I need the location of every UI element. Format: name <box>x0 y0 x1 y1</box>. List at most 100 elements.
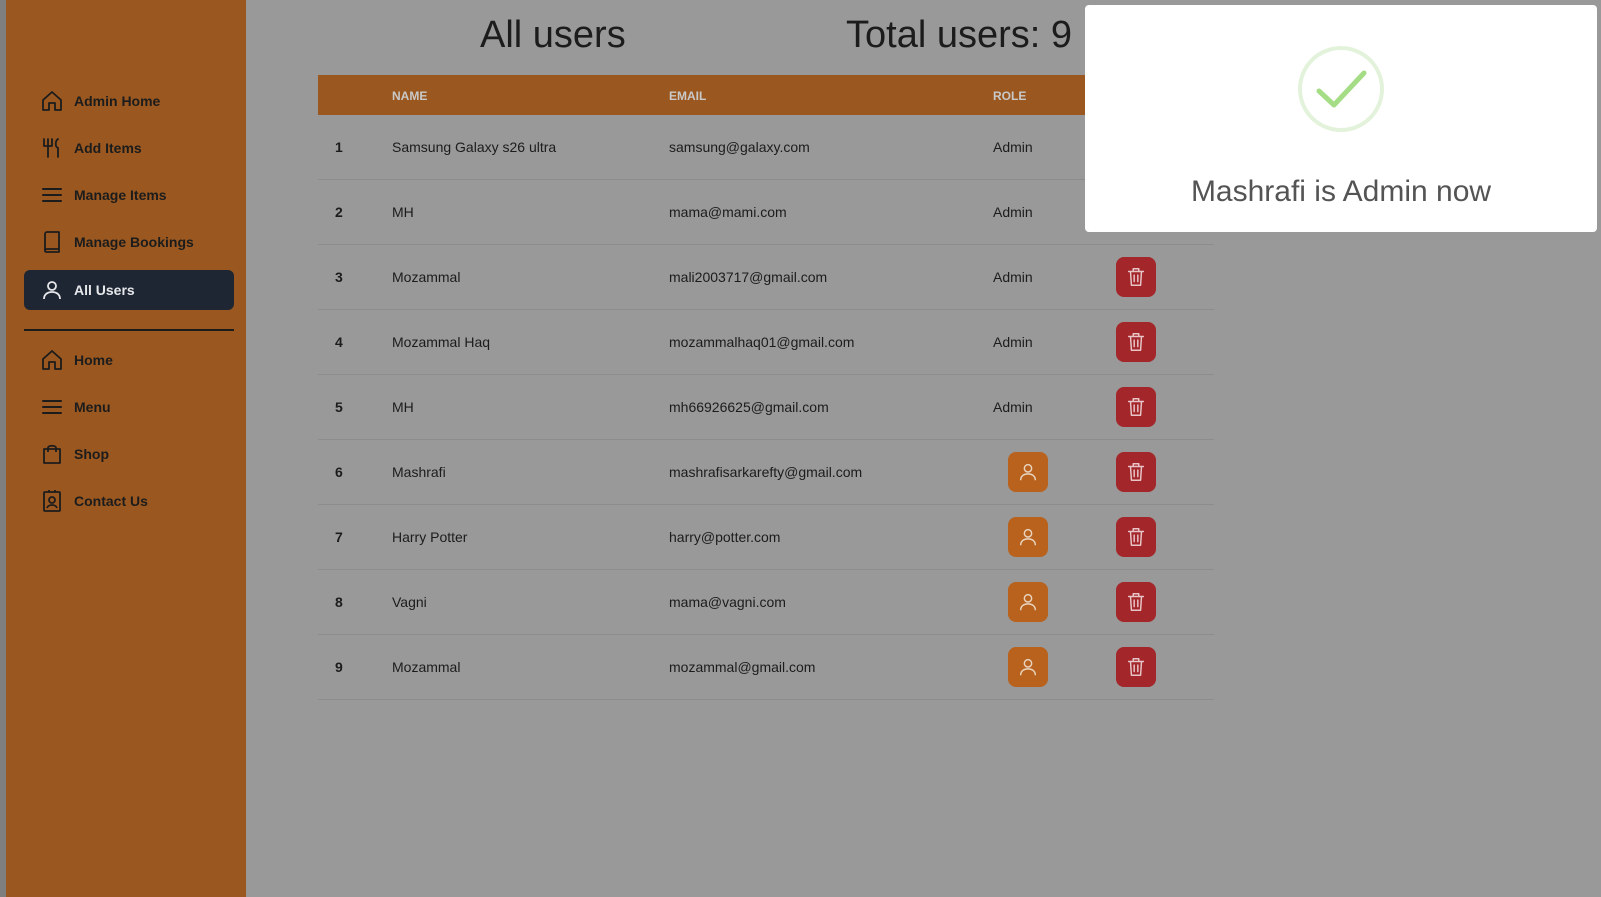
sidebar-item-menu[interactable]: Menu <box>24 387 234 427</box>
column-header-role: ROLE <box>993 89 1027 103</box>
user-role: Admin <box>993 334 1033 350</box>
sidebar-item-manage-bookings[interactable]: Manage Bookings <box>24 222 234 262</box>
user-icon <box>1019 528 1037 546</box>
success-check-icon <box>1298 46 1384 132</box>
delete-user-button[interactable] <box>1116 387 1156 427</box>
user-email: mh66926625@gmail.com <box>669 399 829 415</box>
row-index: 3 <box>335 269 343 285</box>
home-icon <box>42 91 62 111</box>
sidebar-divider <box>24 329 234 331</box>
delete-user-button[interactable] <box>1116 647 1156 687</box>
user-role: Admin <box>993 399 1033 415</box>
home-icon <box>42 350 62 370</box>
row-index: 2 <box>335 204 343 220</box>
user-name: Harry Potter <box>392 529 468 545</box>
table-row: 2 MH mama@mami.com Admin <box>318 180 1214 245</box>
table-row: 3 Mozammal mali2003717@gmail.com Admin <box>318 245 1214 310</box>
table-row: 6 Mashrafi mashrafisarkarefty@gmail.com <box>318 440 1214 505</box>
make-admin-button[interactable] <box>1008 647 1048 687</box>
row-index: 8 <box>335 594 343 610</box>
sidebar-item-label: Menu <box>74 399 111 415</box>
user-email: mozammal@gmail.com <box>669 659 816 675</box>
trash-icon <box>1127 268 1145 286</box>
delete-user-button[interactable] <box>1116 582 1156 622</box>
delete-user-button[interactable] <box>1116 257 1156 297</box>
sidebar-item-contact-us[interactable]: Contact Us <box>24 481 234 521</box>
table-row: 1 Samsung Galaxy s26 ultra samsung@galaxy.… <box>318 115 1214 180</box>
sidebar-item-label: Manage Items <box>74 187 167 203</box>
row-index: 4 <box>335 334 343 350</box>
delete-user-button[interactable] <box>1116 517 1156 557</box>
list-icon <box>42 188 62 202</box>
user-role: Admin <box>993 139 1033 155</box>
table-row: 7 Harry Potter harry@potter.com <box>318 505 1214 570</box>
sidebar-item-label: All Users <box>74 282 135 298</box>
user-icon <box>43 281 61 300</box>
user-name: MH <box>392 204 414 220</box>
sidebar-item-label: Admin Home <box>74 93 161 109</box>
make-admin-button[interactable] <box>1008 517 1048 557</box>
sidebar-item-label: Add Items <box>74 140 142 156</box>
row-index: 6 <box>335 464 343 480</box>
sidebar-item-label: Manage Bookings <box>74 234 194 250</box>
row-index: 7 <box>335 529 343 545</box>
list-icon <box>42 400 62 414</box>
sidebar-item-add-items[interactable]: Add Items <box>24 128 234 168</box>
user-name: Mozammal <box>392 659 461 675</box>
table-row: 4 Mozammal Haq mozammalhaq01@gmail.com Admi… <box>318 310 1214 375</box>
user-email: harry@potter.com <box>669 529 781 545</box>
trash-icon <box>1127 333 1145 351</box>
sidebar-item-label: Contact Us <box>74 493 148 509</box>
user-icon <box>1019 658 1037 676</box>
sidebar-item-label: Shop <box>74 446 109 462</box>
table-row: 8 Vagni mama@vagni.com <box>318 570 1214 635</box>
delete-user-button[interactable] <box>1116 452 1156 492</box>
sidebar-item-all-users[interactable]: All Users <box>24 270 234 310</box>
sidebar-item-admin-home[interactable]: Admin Home <box>24 81 234 121</box>
user-icon <box>1019 463 1037 481</box>
total-users-count: Total users: 9 <box>846 14 1072 56</box>
sidebar-item-home[interactable]: Home <box>24 340 234 380</box>
table-row: 9 Mozammal mozammal@gmail.com <box>318 635 1214 700</box>
user-role: Admin <box>993 204 1033 220</box>
table-header: NAME EMAIL ROLE <box>318 75 1214 115</box>
sidebar-item-manage-items[interactable]: Manage Items <box>24 175 234 215</box>
page-title: All users <box>480 14 626 56</box>
book-icon <box>44 231 60 253</box>
delete-user-button[interactable] <box>1116 322 1156 362</box>
user-email: mozammalhaq01@gmail.com <box>669 334 855 350</box>
make-admin-button[interactable] <box>1008 452 1048 492</box>
user-name: MH <box>392 399 414 415</box>
user-name: Mozammal <box>392 269 461 285</box>
sidebar-item-label: Home <box>74 352 113 368</box>
trash-icon <box>1127 528 1145 546</box>
make-admin-button[interactable] <box>1008 582 1048 622</box>
success-toast: Mashrafi is Admin now <box>1085 5 1597 232</box>
trash-icon <box>1127 658 1145 676</box>
user-email: samsung@galaxy.com <box>669 139 810 155</box>
user-role: Admin <box>993 269 1033 285</box>
row-index: 5 <box>335 399 343 415</box>
column-header-name: NAME <box>392 89 428 103</box>
table-row: 5 MH mh66926625@gmail.com Admin <box>318 375 1214 440</box>
user-name: Vagni <box>392 594 427 610</box>
user-icon <box>1019 593 1037 611</box>
user-name: Samsung Galaxy s26 ultra <box>392 139 557 155</box>
user-email: mama@mami.com <box>669 204 787 220</box>
user-email: mali2003717@gmail.com <box>669 269 828 285</box>
row-index: 9 <box>335 659 343 675</box>
user-email: mashrafisarkarefty@gmail.com <box>669 464 863 480</box>
sidebar: Admin Home Add Items Manage Items Manage… <box>6 0 246 897</box>
sidebar-item-shop[interactable]: Shop <box>24 434 234 474</box>
trash-icon <box>1127 398 1145 416</box>
trash-icon <box>1127 463 1145 481</box>
user-name: Mozammal Haq <box>392 334 491 350</box>
utensils-icon <box>43 138 59 158</box>
trash-icon <box>1127 593 1145 611</box>
user-name: Mashrafi <box>392 464 446 480</box>
shopping-bag-icon <box>43 444 61 464</box>
toast-message: Mashrafi is Admin now <box>1190 175 1492 208</box>
column-header-email: EMAIL <box>669 89 707 103</box>
contact-card-icon <box>43 490 61 512</box>
user-email: mama@vagni.com <box>669 594 786 610</box>
